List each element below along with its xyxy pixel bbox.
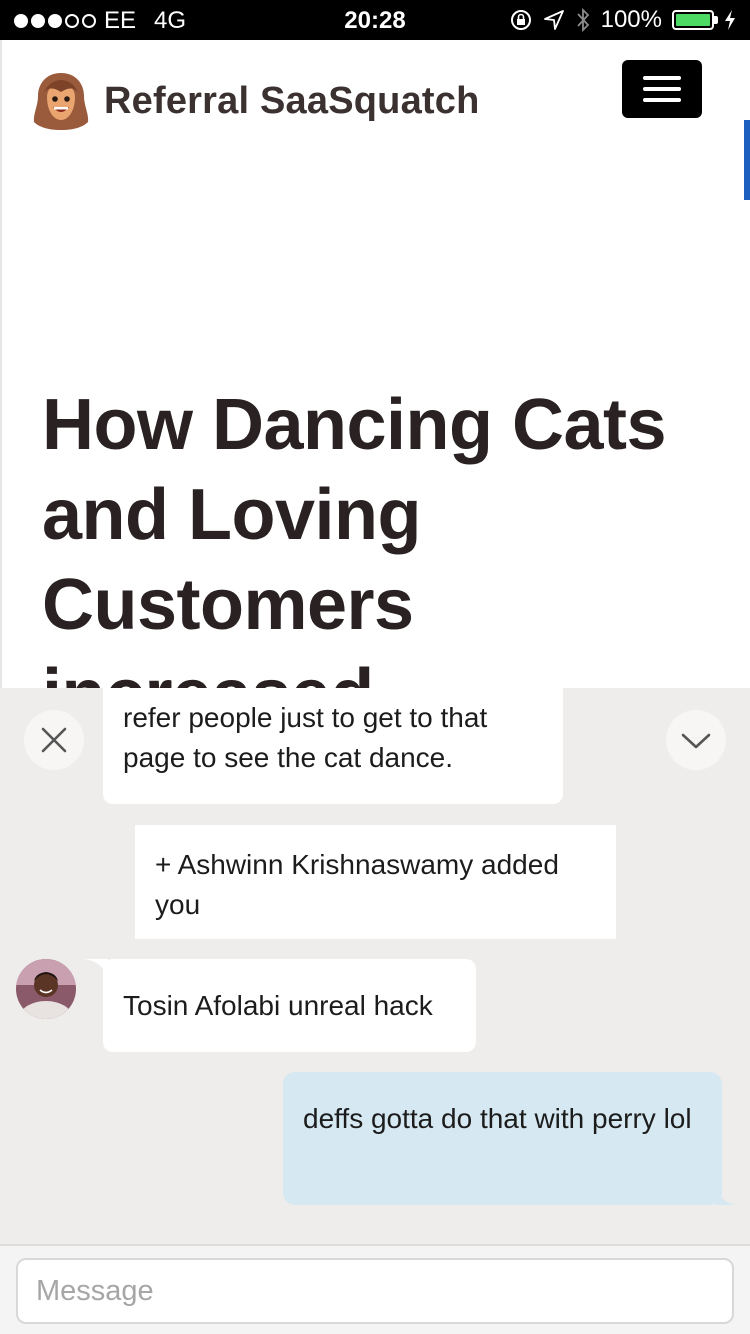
orientation-lock-icon	[510, 10, 531, 30]
incoming-message: Tosin Afolabi unreal hack	[103, 959, 476, 1052]
incoming-message: refer people just to get to that page to…	[103, 688, 563, 804]
location-arrow-icon	[543, 10, 564, 30]
hamburger-menu-button[interactable]	[622, 60, 702, 118]
chevron-down-icon	[681, 733, 711, 749]
collapse-chat-button[interactable]	[666, 710, 726, 770]
close-x-icon	[41, 727, 67, 753]
charging-bolt-icon	[725, 10, 735, 30]
close-chat-button[interactable]	[24, 710, 84, 770]
bubble-tail	[716, 1188, 738, 1205]
hamburger-menu-icon	[643, 76, 681, 80]
brand-logo[interactable]: Referral SaaSquatch	[30, 70, 480, 132]
system-message: + Ashwinn Krishnaswamy added you	[135, 825, 616, 939]
battery-fill	[676, 14, 710, 26]
scroll-indicator	[744, 120, 750, 200]
status-right: 100%	[509, 6, 736, 34]
battery-percent: 100%	[600, 6, 662, 33]
sasquatch-face-icon	[33, 73, 89, 130]
avatar[interactable]	[16, 959, 76, 1019]
brand-name: Referral SaaSquatch	[104, 79, 480, 122]
message-composer	[0, 1244, 750, 1334]
bluetooth-icon	[576, 7, 589, 33]
article-headline: How Dancing Cats and Loving Customers in…	[42, 385, 667, 688]
outgoing-message: deffs gotta do that with perry lol	[283, 1072, 722, 1205]
message-input[interactable]	[16, 1258, 734, 1324]
user-avatar-icon	[16, 959, 76, 1019]
website-view: Referral SaaSquatch How Dancing Cats and…	[0, 40, 750, 688]
battery-icon	[672, 10, 718, 30]
chat-panel: refer people just to get to that page to…	[0, 688, 750, 1334]
status-bar: EE 4G 20:28 100%	[0, 0, 750, 40]
